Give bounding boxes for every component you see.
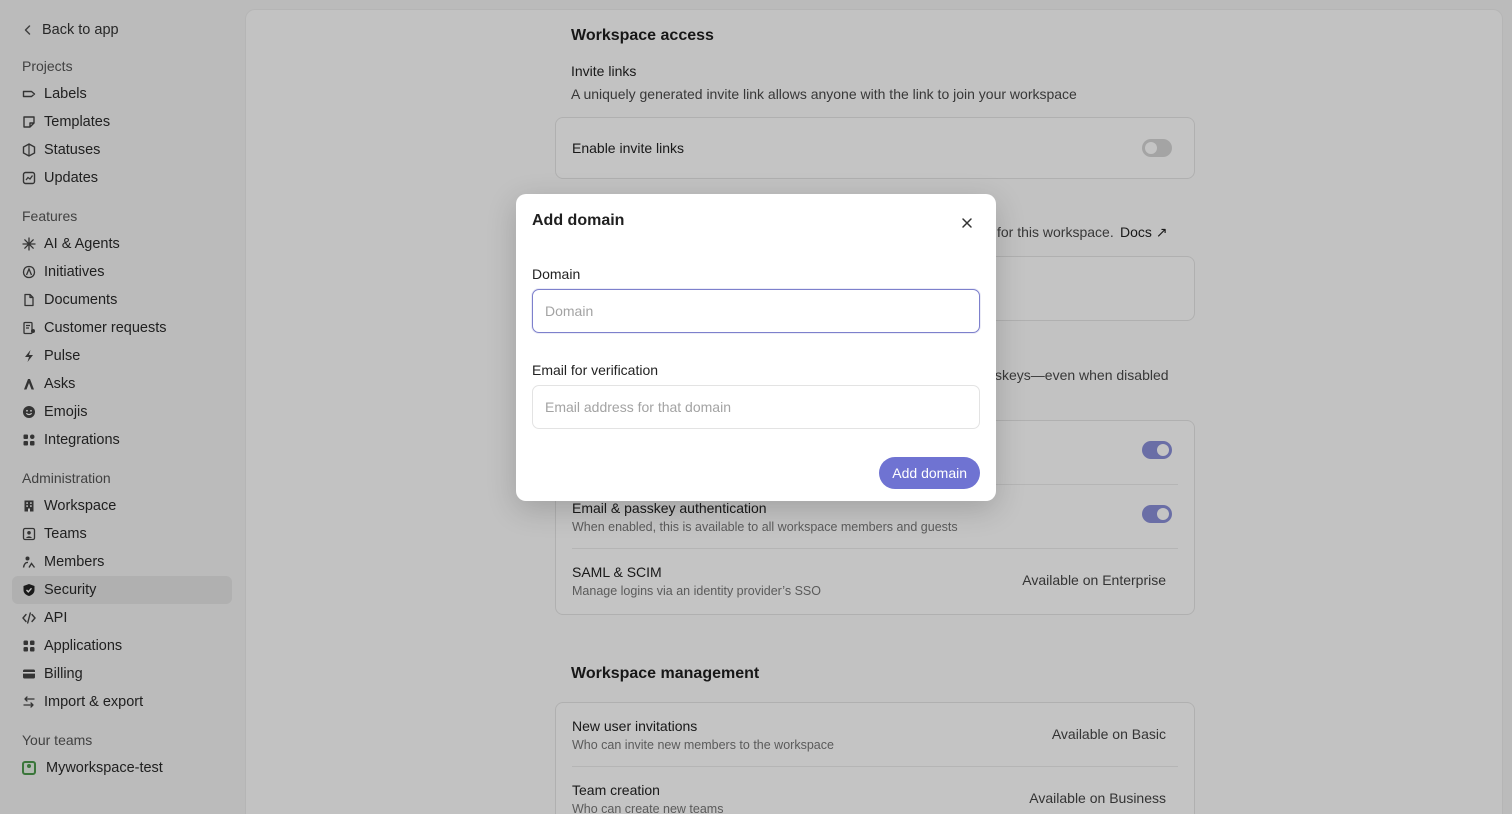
add-domain-submit-button[interactable]: Add domain [879, 457, 980, 489]
app-root: Back to app Projects Labels Templates St… [0, 0, 1512, 814]
email-verification-label: Email for verification [532, 362, 659, 378]
close-icon [962, 218, 972, 228]
dialog-title: Add domain [532, 212, 625, 229]
email-verification-input[interactable] [532, 385, 980, 429]
domain-input[interactable] [532, 289, 980, 333]
close-dialog-button[interactable] [958, 214, 976, 232]
add-domain-dialog: Add domain Domain Email for verification… [516, 194, 996, 501]
domain-label: Domain [532, 266, 581, 282]
